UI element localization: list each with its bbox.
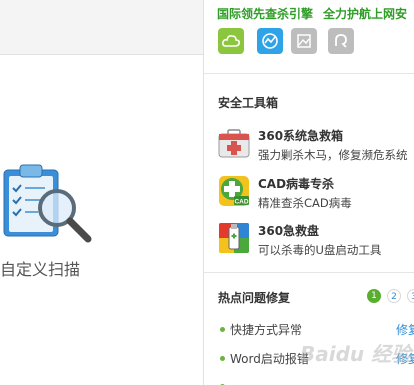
- cad-icon: CAD: [219, 176, 249, 206]
- usb-rescue-icon: [219, 223, 249, 253]
- fix-link[interactable]: 修复: [396, 321, 414, 338]
- clipboard-magnifier-icon: [3, 164, 92, 243]
- page-1-button[interactable]: 1: [367, 289, 381, 303]
- bullet-icon: [220, 327, 225, 332]
- tool-cad-killer[interactable]: CAD CAD病毒专杀 精准查杀CAD病毒: [218, 175, 414, 211]
- issue-label: 快捷方式异常: [230, 323, 303, 337]
- slogan-part2: 全力护航上网安: [323, 7, 408, 21]
- watermark: Baidu 经验: [300, 342, 412, 366]
- issue-row: 快捷方式异常 修复: [220, 321, 414, 339]
- cloud-shield-button[interactable]: [218, 28, 244, 54]
- tools-section-title: 安全工具箱: [218, 96, 279, 110]
- first-aid-kit-icon: [218, 129, 250, 158]
- section-divider: [204, 272, 414, 273]
- slogan-part1: 国际领先查杀引擎: [217, 7, 314, 21]
- tool-desc: 精准查杀CAD病毒: [258, 196, 352, 210]
- web-shield-icon: [262, 33, 278, 49]
- tool-system-rescue[interactable]: 360系统急救箱 强力剿杀木马，修复濒危系统: [218, 127, 414, 163]
- tool-desc: 可以杀毒的U盘启动工具: [258, 243, 382, 257]
- custom-scan-label: 自定义扫描: [0, 260, 81, 279]
- page-2-button[interactable]: 2: [387, 289, 401, 303]
- message-shield-button[interactable]: [328, 28, 354, 54]
- tool-name: 360系统急救箱: [258, 129, 344, 143]
- left-header-strip: [0, 0, 203, 55]
- tool-desc: 强力剿杀木马，修复濒危系统: [258, 148, 408, 162]
- cloud-shield-icon: [222, 35, 240, 47]
- right-pane: 国际领先查杀引擎 全力护航上网安 安全工具箱 360系统急救箱 强力剿杀木马，修…: [204, 0, 414, 385]
- tool-usb-rescue[interactable]: 360急救盘 可以杀毒的U盘启动工具: [218, 222, 414, 258]
- message-shield-icon: [335, 34, 347, 48]
- hot-issues-title: 热点问题修复: [218, 291, 291, 305]
- svg-text:CAD: CAD: [234, 199, 248, 206]
- left-pane: 自定义扫描: [0, 0, 203, 385]
- picture-shield-button[interactable]: [291, 28, 317, 54]
- section-divider: [204, 73, 414, 74]
- issue-label: Word启动报错: [230, 352, 309, 366]
- bullet-icon: [220, 356, 225, 361]
- tool-name: CAD病毒专杀: [258, 177, 335, 191]
- custom-scan-button[interactable]: 自定义扫描: [0, 160, 110, 280]
- issue-row: [220, 378, 414, 385]
- picture-shield-icon: [297, 34, 311, 48]
- slogan: 国际领先查杀引擎 全力护航上网安: [217, 5, 414, 22]
- tool-name: 360急救盘: [258, 224, 320, 238]
- web-shield-button[interactable]: [257, 28, 283, 54]
- page-3-button[interactable]: 3: [407, 289, 414, 303]
